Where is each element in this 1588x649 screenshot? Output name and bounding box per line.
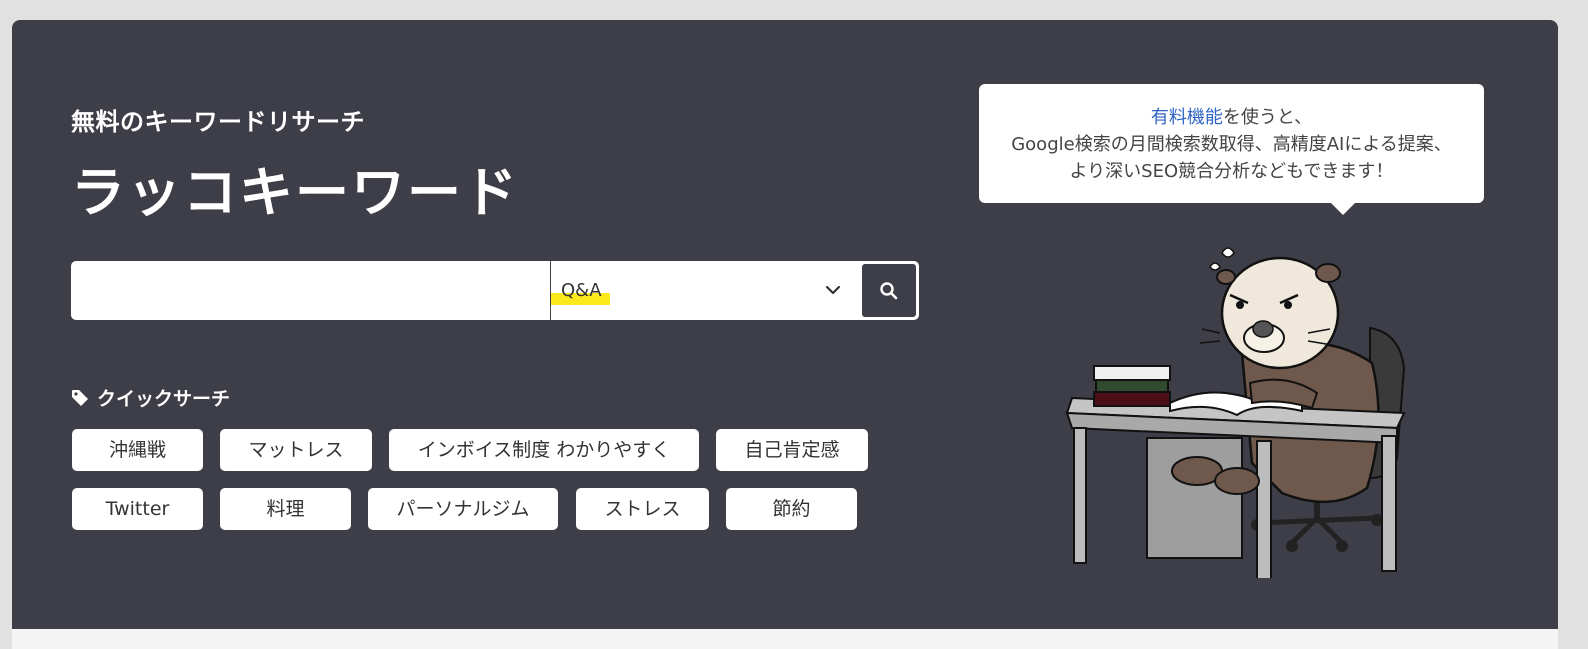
quick-search-chip[interactable]: マットレス: [220, 429, 372, 471]
quick-search-chip[interactable]: Twitter: [72, 488, 203, 530]
bubble-line-1-text: を使うと、: [1222, 107, 1313, 128]
quick-search-chip[interactable]: 自己肯定感: [716, 429, 868, 471]
page-content-start: [12, 629, 1558, 649]
bubble-line-3: より深いSEO競合分析などもできます！: [1069, 161, 1394, 182]
quick-search-chip[interactable]: パーソナルジム: [368, 488, 558, 530]
quick-search-label: クイックサーチ: [97, 388, 231, 410]
search-mode-selected-value: Q&A: [551, 277, 610, 305]
quick-search-chip[interactable]: 料理: [220, 488, 351, 530]
quick-search-chip[interactable]: ストレス: [576, 488, 709, 530]
search-button[interactable]: [862, 264, 916, 317]
paid-features-link[interactable]: 有料機能: [1151, 107, 1223, 128]
quick-search-chip[interactable]: 節約: [726, 488, 857, 530]
search-bar: Q&A: [71, 261, 919, 320]
sea-otter-mascot-illustration: [1065, 247, 1406, 578]
tag-icon: [72, 389, 88, 406]
quick-search-heading: クイックサーチ: [71, 384, 230, 411]
hero-title: ラッコキーワード: [71, 161, 519, 224]
search-mode-select[interactable]: Q&A: [550, 261, 863, 320]
bubble-line-2: Google検索の月間検索数取得、高精度AIによる提案、: [1011, 134, 1452, 155]
chevron-down-icon: [825, 285, 841, 295]
hero-section: 無料のキーワードリサーチ ラッコキーワード Q&A クイックサーチ 沖縄戦 マッ…: [12, 20, 1558, 629]
quick-search-chip[interactable]: 沖縄戦: [72, 429, 203, 471]
bubble-line-1: 有料機能を使うと、: [979, 104, 1484, 131]
quick-search-chip[interactable]: インボイス制度 わかりやすく: [389, 429, 699, 471]
hero-subtitle: 無料のキーワードリサーチ: [71, 108, 365, 136]
search-icon: [880, 281, 898, 299]
paid-feature-speech-bubble: 有料機能を使うと、 Google検索の月間検索数取得、高精度AIによる提案、 よ…: [979, 84, 1484, 215]
keyword-search-input[interactable]: [71, 261, 549, 320]
